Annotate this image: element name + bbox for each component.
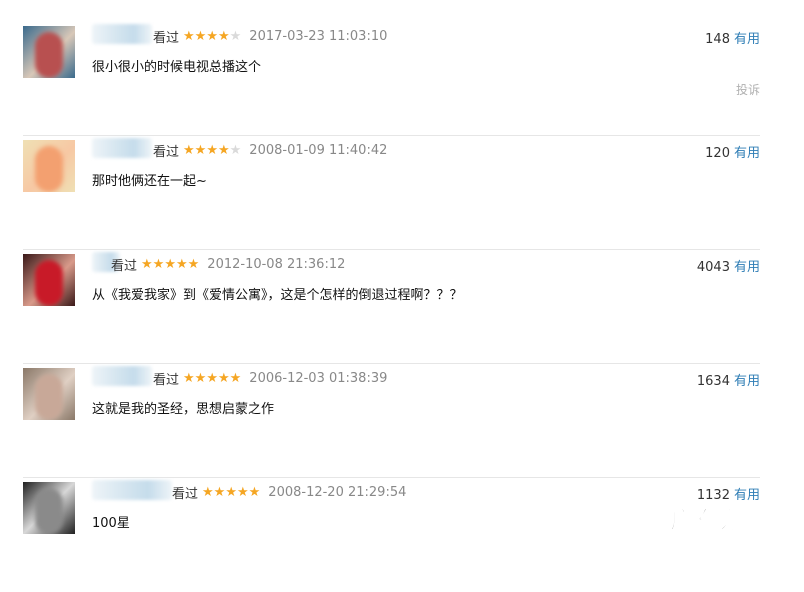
vote-count: 120 bbox=[705, 146, 730, 161]
star-empty-icon: ★ bbox=[229, 28, 242, 44]
comment-date: 2008-01-09 11:40:42 bbox=[249, 142, 388, 158]
username[interactable] bbox=[92, 366, 152, 386]
star-icon: ★ bbox=[152, 256, 165, 272]
star-icon: ★ bbox=[213, 484, 226, 500]
comment-text: 那时他俩还在一起~ bbox=[92, 174, 207, 189]
avatar[interactable] bbox=[23, 254, 75, 306]
star-icon: ★ bbox=[187, 256, 200, 272]
useful-button[interactable]: 有用 bbox=[734, 374, 760, 389]
watched-label: 看过 bbox=[153, 30, 180, 46]
username[interactable] bbox=[92, 24, 152, 44]
star-icon: ★ bbox=[248, 484, 261, 500]
rating-meta: 看过 ★ ★ ★ ★ ★ 2008-12-20 21:29:54 bbox=[172, 483, 407, 502]
comment-item: 看过 ★ ★ ★ ★ ★ 2017-03-23 11:03:10 148 有用 很小很小的… bbox=[23, 22, 760, 136]
comment-text: 这就是我的圣经，思想启蒙之作 bbox=[92, 402, 275, 417]
star-icon: ★ bbox=[217, 28, 230, 44]
comment-date: 2017-03-23 11:03:10 bbox=[249, 28, 388, 44]
comment-date: 2008-12-20 21:29:54 bbox=[268, 484, 407, 500]
star-icon: ★ bbox=[194, 142, 207, 158]
star-icon: ★ bbox=[217, 142, 230, 158]
star-rating: ★ ★ ★ ★ ★ bbox=[202, 486, 260, 499]
star-icon: ★ bbox=[206, 142, 218, 158]
rating-meta: 看过 ★ ★ ★ ★ ★ 2017-03-23 11:03:10 bbox=[153, 27, 388, 46]
star-icon: ★ bbox=[229, 370, 242, 386]
comment-text: 很小很小的时候电视总播这个 bbox=[92, 60, 262, 75]
avatar[interactable] bbox=[23, 482, 75, 534]
watched-label: 看过 bbox=[153, 144, 180, 160]
star-icon: ★ bbox=[183, 370, 195, 386]
star-icon: ★ bbox=[217, 370, 230, 386]
star-icon: ★ bbox=[141, 256, 153, 272]
vote-area: 148 有用 bbox=[705, 28, 760, 47]
comment-text: 从《我爱我家》到《爱情公寓》，这是个怎样的倒退过程啊？？？ bbox=[92, 288, 463, 303]
star-rating: ★ ★ ★ ★ ★ bbox=[183, 144, 241, 157]
star-icon: ★ bbox=[164, 256, 176, 272]
vote-area: 1634 有用 bbox=[697, 370, 760, 389]
rating-meta: 看过 ★ ★ ★ ★ ★ 2006-12-03 01:38:39 bbox=[153, 369, 388, 388]
rating-meta: 看过 ★ ★ ★ ★ ★ 2012-10-08 21:36:12 bbox=[111, 255, 346, 274]
vote-area: 120 有用 bbox=[705, 142, 760, 161]
comment-item: 看过 ★ ★ ★ ★ ★ 2008-01-09 11:40:42 120 有用 那时他俩还… bbox=[23, 136, 760, 250]
watermark: 广东龙网 bbox=[670, 506, 770, 535]
report-link[interactable]: 投诉 bbox=[736, 81, 760, 98]
vote-count: 148 bbox=[705, 32, 730, 47]
avatar[interactable] bbox=[23, 368, 75, 420]
star-empty-icon: ★ bbox=[229, 142, 242, 158]
comment-item: 看过 ★ ★ ★ ★ ★ 2012-10-08 21:36:12 4043 有用 从《我爱… bbox=[23, 250, 760, 364]
username[interactable] bbox=[92, 138, 152, 158]
star-icon: ★ bbox=[194, 370, 207, 386]
star-icon: ★ bbox=[206, 28, 218, 44]
useful-button[interactable]: 有用 bbox=[734, 260, 760, 275]
username[interactable] bbox=[92, 480, 172, 500]
star-rating: ★ ★ ★ ★ ★ bbox=[141, 258, 199, 271]
star-rating: ★ ★ ★ ★ ★ bbox=[183, 30, 241, 43]
star-icon: ★ bbox=[202, 484, 214, 500]
comment-item: 看过 ★ ★ ★ ★ ★ 2008-12-20 21:29:54 1132 有用 100星 bbox=[23, 478, 760, 592]
useful-button[interactable]: 有用 bbox=[734, 32, 760, 47]
watched-label: 看过 bbox=[172, 486, 199, 502]
comment-date: 2012-10-08 21:36:12 bbox=[207, 256, 346, 272]
comment-item: 看过 ★ ★ ★ ★ ★ 2006-12-03 01:38:39 1634 有用 这就是我… bbox=[23, 364, 760, 478]
star-icon: ★ bbox=[206, 370, 218, 386]
rating-meta: 看过 ★ ★ ★ ★ ★ 2008-01-09 11:40:42 bbox=[153, 141, 388, 160]
vote-area: 4043 有用 bbox=[697, 256, 760, 275]
avatar[interactable] bbox=[23, 26, 75, 78]
vote-count: 1634 bbox=[696, 374, 730, 389]
watched-label: 看过 bbox=[153, 372, 180, 388]
avatar[interactable] bbox=[23, 140, 75, 192]
comment-text: 100星 bbox=[92, 516, 130, 531]
star-icon: ★ bbox=[225, 484, 237, 500]
star-icon: ★ bbox=[175, 256, 188, 272]
star-icon: ★ bbox=[183, 28, 195, 44]
star-icon: ★ bbox=[236, 484, 249, 500]
star-rating: ★ ★ ★ ★ ★ bbox=[183, 372, 241, 385]
comment-date: 2006-12-03 01:38:39 bbox=[249, 370, 388, 386]
useful-button[interactable]: 有用 bbox=[734, 146, 760, 161]
star-icon: ★ bbox=[183, 142, 195, 158]
star-icon: ★ bbox=[194, 28, 207, 44]
vote-count: 4043 bbox=[696, 260, 730, 275]
watched-label: 看过 bbox=[111, 258, 138, 274]
